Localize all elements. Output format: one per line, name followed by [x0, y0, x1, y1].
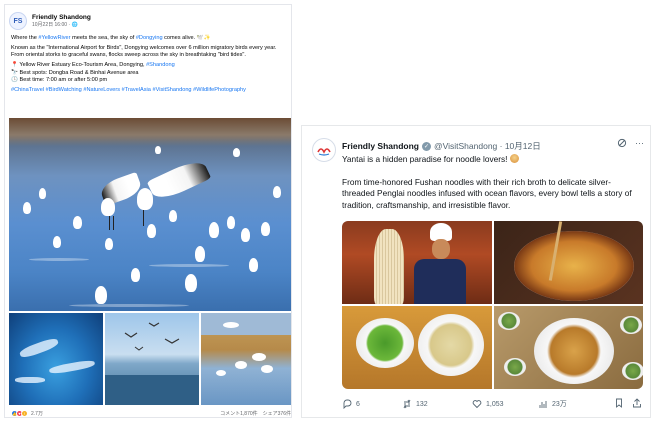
fb-post-footer: 👍 ♥ ! 2.7万 コメント1,870件 シェア376件	[11, 407, 291, 417]
hashtag-dongying[interactable]: #Dongying	[136, 35, 163, 41]
egrets-graphic	[201, 313, 291, 376]
fb-post-date[interactable]: 10月22日 16:00 · 🌐	[32, 22, 91, 29]
reply-count: 6	[356, 400, 360, 408]
fb-time-line: 🕓 Best time: 7:00 am or after 5:00 pm	[11, 77, 108, 84]
bookmark-icon	[616, 398, 622, 408]
grok-icon[interactable]	[617, 138, 627, 150]
tw-photo-chef-noodles[interactable]	[342, 221, 492, 304]
fb-intro-line: Where the #YellowRiver meets the sea, th…	[11, 35, 287, 42]
tw-avatar[interactable]	[312, 138, 336, 162]
fb-location-text: 📍 Yellow River Estuary Eco-Tourism Area,…	[11, 62, 147, 69]
fb-post-text: Where the #YellowRiver meets the sea, th…	[11, 35, 287, 94]
tw-post-text: Yantai is a hidden paradise for noodle l…	[342, 154, 642, 222]
fb-paragraph-2: Known as the "International Airport for …	[11, 44, 277, 59]
fb-location-line: 📍 Yellow River Estuary Eco-Tourism Area,…	[11, 62, 287, 69]
fb-thumb-egrets-reeds[interactable]	[201, 313, 291, 405]
tw-line-1-text: Yantai is a hidden paradise for noodle l…	[342, 154, 508, 164]
fb-thumb-birds-flying[interactable]	[105, 313, 199, 405]
repost-button[interactable]: 132	[402, 399, 472, 409]
fb-reaction-count[interactable]: 2.7万	[31, 410, 43, 417]
fb-intro-part: meets the sea, the sky of	[70, 35, 136, 41]
friendly-shandong-logo	[315, 141, 333, 159]
fb-hashtags[interactable]: #ChinaTravel #BirdWatching #NatureLovers…	[11, 87, 287, 94]
twitter-post: Friendly Shandong ✓ @VisitShandong · 10月…	[301, 125, 651, 418]
bookmark-button[interactable]	[614, 398, 624, 410]
views-icon	[539, 401, 547, 408]
fb-intro-part: comes alive. 🕊️✨	[162, 35, 211, 41]
like-count: 1,053	[486, 400, 504, 408]
tw-photo-noodle-feast[interactable]	[493, 306, 643, 389]
fb-main-photo-birds[interactable]	[9, 118, 291, 311]
tw-line-1: Yantai is a hidden paradise for noodle l…	[342, 154, 642, 166]
fb-reactions[interactable]: 👍 ♥ !	[11, 409, 28, 417]
tw-photo-grid	[342, 221, 643, 389]
repost-count: 132	[416, 400, 428, 408]
repost-icon	[403, 399, 411, 409]
tw-post-header: Friendly Shandong ✓ @VisitShandong · 10月…	[342, 140, 642, 152]
flying-birds-graphic	[105, 322, 199, 405]
fb-thumb-estuary-aerial[interactable]	[9, 313, 103, 405]
tw-paragraph-2: From time-honored Fushan noodles with th…	[342, 176, 632, 210]
reply-icon	[343, 399, 352, 409]
fb-comment-count[interactable]: コメント1,870件	[220, 410, 258, 417]
hashtag-shandong[interactable]: #Shandong	[146, 62, 175, 68]
like-button[interactable]: 1,053	[472, 399, 538, 409]
fb-share-count[interactable]: シェア376件	[263, 410, 291, 417]
fb-intro-part: Where the	[11, 35, 39, 41]
heart-icon	[472, 400, 482, 409]
fb-photo-thumbnails	[9, 313, 291, 405]
noodle-bowl-icon	[509, 154, 519, 163]
tw-action-bar: 6 132 1,053 23万	[342, 398, 642, 410]
tw-display-name[interactable]: Friendly Shandong	[342, 141, 419, 151]
share-button[interactable]	[632, 398, 642, 410]
tw-photo-noodle-plates[interactable]	[342, 306, 492, 389]
tw-header-icons: ···	[617, 138, 644, 150]
tw-handle-date[interactable]: @VisitShandong · 10月12日	[434, 140, 541, 152]
facebook-post: FS Friendly Shandong 10月22日 16:00 · 🌐 Wh…	[4, 4, 292, 418]
view-count: 23万	[552, 401, 567, 408]
reply-button[interactable]: 6	[342, 399, 402, 409]
wow-reaction-icon: !	[21, 409, 28, 417]
share-icon	[633, 398, 641, 408]
fb-post-header: FS Friendly Shandong 10月22日 16:00 · 🌐	[9, 9, 289, 33]
fb-page-avatar[interactable]: FS	[9, 12, 27, 30]
fb-page-name[interactable]: Friendly Shandong	[32, 14, 91, 22]
views-button[interactable]: 23万	[538, 399, 598, 409]
fb-spots-line: 🔭 Best spots: Dongba Road & Binhai Avenu…	[11, 69, 139, 76]
verified-badge-icon: ✓	[421, 141, 431, 151]
tw-photo-fushan-noodles[interactable]	[493, 221, 643, 304]
more-options-icon[interactable]: ···	[635, 138, 644, 150]
hashtag-yellowriver[interactable]: #YellowRiver	[38, 35, 70, 41]
